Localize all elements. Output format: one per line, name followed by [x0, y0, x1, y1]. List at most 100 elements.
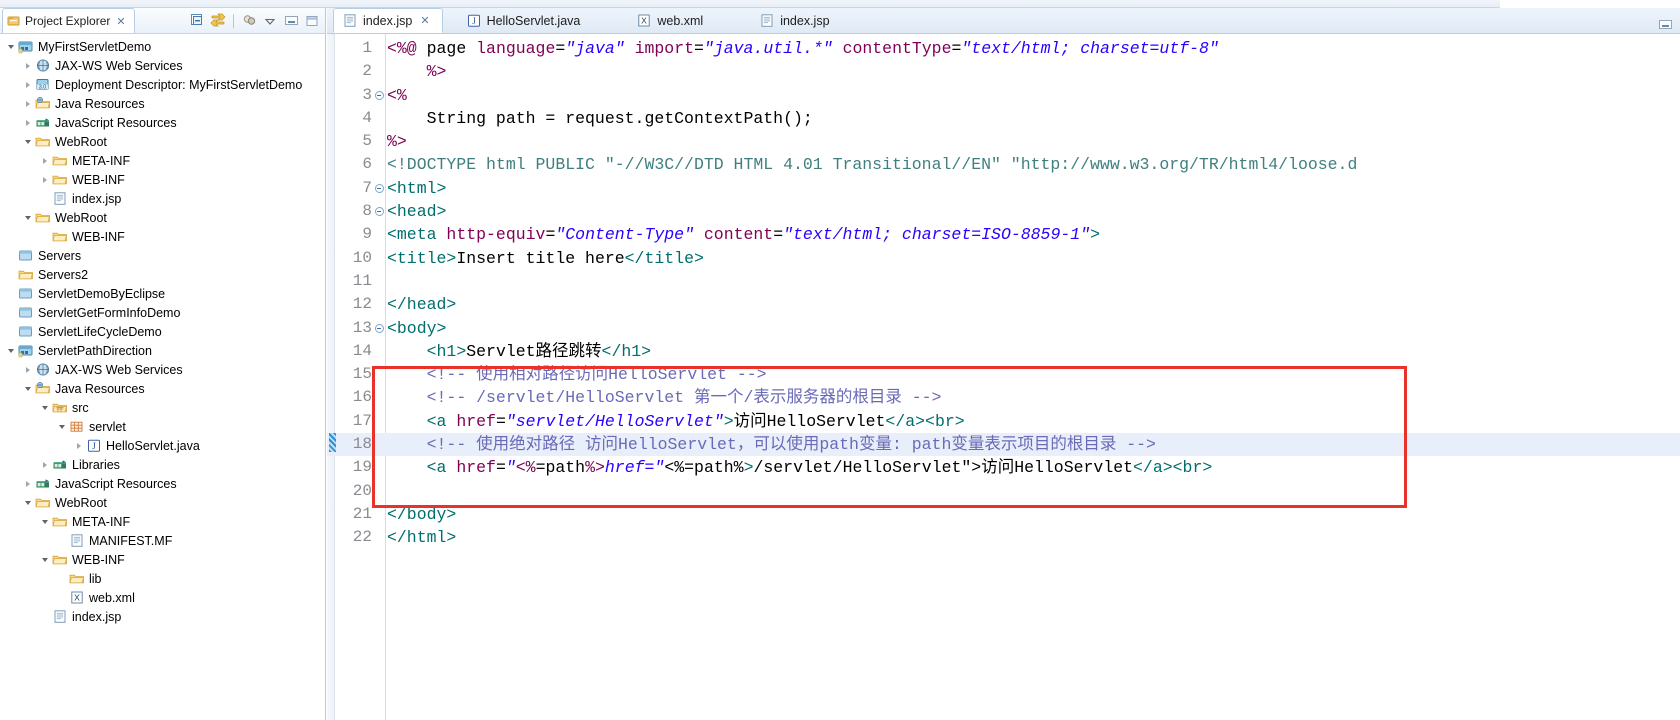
chevron-down-icon[interactable]: [38, 519, 51, 524]
tree-item-index-jsp[interactable]: index.jsp: [0, 607, 325, 626]
line-marker-gutter[interactable]: [327, 386, 335, 409]
code-line[interactable]: 5 %>: [327, 130, 1680, 153]
tree-item-servletdemobyeclipse[interactable]: ServletDemoByEclipse: [0, 284, 325, 303]
line-marker-gutter[interactable]: [327, 480, 335, 503]
fold-collapse-icon[interactable]: [373, 183, 385, 193]
chevron-right-icon[interactable]: [38, 461, 51, 468]
chevron-right-icon[interactable]: [72, 442, 85, 449]
tree-item-manifest-mf[interactable]: MANIFEST.MF: [0, 531, 325, 550]
chevron-right-icon[interactable]: [21, 119, 34, 126]
tree-item-meta-inf[interactable]: META-INF: [0, 512, 325, 531]
line-marker-gutter[interactable]: [327, 270, 335, 293]
fold-collapse-icon[interactable]: [373, 207, 385, 217]
tree-item-servletgetforminfodemo[interactable]: ServletGetFormInfoDemo: [0, 303, 325, 322]
code-line[interactable]: 16 <!-- /servlet/HelloServlet 第一个/表示服务器的…: [327, 386, 1680, 409]
code-viewport[interactable]: 1 <%@ page language="java" import="java.u…: [327, 34, 1680, 720]
minimize-icon[interactable]: [282, 12, 300, 30]
chevron-right-icon[interactable]: [21, 100, 34, 107]
view-menu-icon[interactable]: [261, 12, 279, 30]
tree-item-helloservlet-java[interactable]: J HelloServlet.java: [0, 436, 325, 455]
code-line[interactable]: 13 <body>: [327, 317, 1680, 340]
code-line[interactable]: 7 <html>: [327, 177, 1680, 200]
code-line[interactable]: 1 <%@ page language="java" import="java.u…: [327, 37, 1680, 60]
code-line[interactable]: 22 </html>: [327, 526, 1680, 549]
chevron-right-icon[interactable]: [38, 157, 51, 164]
editor-tab-web-xml[interactable]: Xweb.xml: [627, 8, 716, 33]
line-marker-gutter[interactable]: [327, 223, 335, 246]
tree-item-web-inf[interactable]: WEB-INF: [0, 227, 325, 246]
code-line[interactable]: 8 <head>: [327, 200, 1680, 223]
close-icon[interactable]: ✕: [420, 14, 429, 27]
line-marker-gutter[interactable]: [327, 433, 336, 456]
chevron-right-icon[interactable]: [21, 62, 34, 69]
close-icon[interactable]: ✕: [116, 15, 125, 28]
chevron-down-icon[interactable]: [21, 215, 34, 220]
editor-tab-index-jsp[interactable]: index.jsp ✕: [333, 8, 443, 33]
link-with-editor-icon[interactable]: [209, 12, 227, 30]
chevron-right-icon[interactable]: [21, 81, 34, 88]
tree-item-deployment-descriptor-myfirstservletdemo[interactable]: 3.0 Deployment Descriptor: MyFirstServlet…: [0, 75, 325, 94]
tree-item-webroot[interactable]: WebRoot: [0, 132, 325, 151]
tree-item-jax-ws-web-services[interactable]: JAX-WS Web Services: [0, 360, 325, 379]
maximize-icon[interactable]: [303, 12, 321, 30]
chevron-right-icon[interactable]: [38, 176, 51, 183]
tree-item-myfirstservletdemo[interactable]: MyFirstServletDemo: [0, 37, 325, 56]
line-marker-gutter[interactable]: [327, 526, 335, 549]
line-marker-gutter[interactable]: [327, 130, 335, 153]
tree-item-web-inf[interactable]: WEB-INF: [0, 550, 325, 569]
project-tree[interactable]: MyFirstServletDemo JAX-WS Web Services 3.0…: [0, 34, 325, 720]
tree-item-jax-ws-web-services[interactable]: JAX-WS Web Services: [0, 56, 325, 75]
code-line[interactable]: 9 <meta http-equiv="Content-Type" content…: [327, 223, 1680, 246]
maximize-icon[interactable]: [1659, 20, 1672, 29]
tree-item-webroot[interactable]: WebRoot: [0, 208, 325, 227]
line-marker-gutter[interactable]: [327, 84, 335, 107]
line-marker-gutter[interactable]: [327, 60, 335, 83]
chevron-right-icon[interactable]: [21, 366, 34, 373]
chevron-down-icon[interactable]: [38, 405, 51, 410]
line-marker-gutter[interactable]: [327, 177, 335, 200]
tree-item-meta-inf[interactable]: META-INF: [0, 151, 325, 170]
line-marker-gutter[interactable]: [327, 410, 335, 433]
chevron-down-icon[interactable]: [55, 424, 68, 429]
tree-item-servletpathdirection[interactable]: ServletPathDirection: [0, 341, 325, 360]
code-line[interactable]: 3 <%: [327, 84, 1680, 107]
tree-item-libraries[interactable]: Libraries: [0, 455, 325, 474]
line-marker-gutter[interactable]: [327, 107, 335, 130]
tree-item-javascript-resources[interactable]: JavaScript Resources: [0, 474, 325, 493]
code-line[interactable]: 20: [327, 480, 1680, 503]
line-marker-gutter[interactable]: [327, 317, 335, 340]
code-line[interactable]: 11: [327, 270, 1680, 293]
code-line[interactable]: 18 <!-- 使用绝对路径 访问HelloServlet，可以使用path变量…: [327, 433, 1680, 457]
tree-item-servers[interactable]: Servers: [0, 246, 325, 265]
tree-item-lib[interactable]: lib: [0, 569, 325, 588]
editor-tab-index-jsp[interactable]: index.jsp: [750, 8, 842, 33]
chevron-down-icon[interactable]: [21, 500, 34, 505]
tree-item-servlet[interactable]: servlet: [0, 417, 325, 436]
fold-collapse-icon[interactable]: [373, 323, 385, 333]
tree-item-web-inf[interactable]: WEB-INF: [0, 170, 325, 189]
chevron-down-icon[interactable]: [21, 386, 34, 391]
code-line[interactable]: 15 <!-- 使用相对路径访问HelloServlet -->: [327, 363, 1680, 386]
project-explorer-tab[interactable]: Project Explorer ✕: [2, 8, 135, 33]
code-line[interactable]: 14 <h1>Servlet路径跳转</h1>: [327, 340, 1680, 363]
chevron-down-icon[interactable]: [4, 44, 17, 49]
code-line[interactable]: 19 <a href="<%=path%>href="<%=path%>/ser…: [327, 456, 1680, 479]
tree-item-java-resources[interactable]: Java Resources: [0, 94, 325, 113]
code-line[interactable]: 12 </head>: [327, 293, 1680, 316]
tree-item-servers2[interactable]: Servers2: [0, 265, 325, 284]
chevron-down-icon[interactable]: [21, 139, 34, 144]
line-marker-gutter[interactable]: [327, 200, 335, 223]
code-line[interactable]: 6 <!DOCTYPE html PUBLIC "-//W3C//DTD HTML…: [327, 153, 1680, 176]
tree-item-web-xml[interactable]: Xweb.xml: [0, 588, 325, 607]
code-line[interactable]: 10 <title>Insert title here</title>: [327, 247, 1680, 270]
tree-item-servletlifecycledemo[interactable]: ServletLifeCycleDemo: [0, 322, 325, 341]
line-marker-gutter[interactable]: [327, 293, 335, 316]
line-marker-gutter[interactable]: [327, 153, 335, 176]
source-code[interactable]: 1 <%@ page language="java" import="java.u…: [327, 34, 1680, 550]
editor-tab-helloservlet-java[interactable]: J HelloServlet.java: [457, 8, 594, 33]
tree-item-javascript-resources[interactable]: JavaScript Resources: [0, 113, 325, 132]
line-marker-gutter[interactable]: [327, 340, 335, 363]
tree-item-webroot[interactable]: WebRoot: [0, 493, 325, 512]
line-marker-gutter[interactable]: [327, 37, 335, 60]
tree-item-src[interactable]: src: [0, 398, 325, 417]
